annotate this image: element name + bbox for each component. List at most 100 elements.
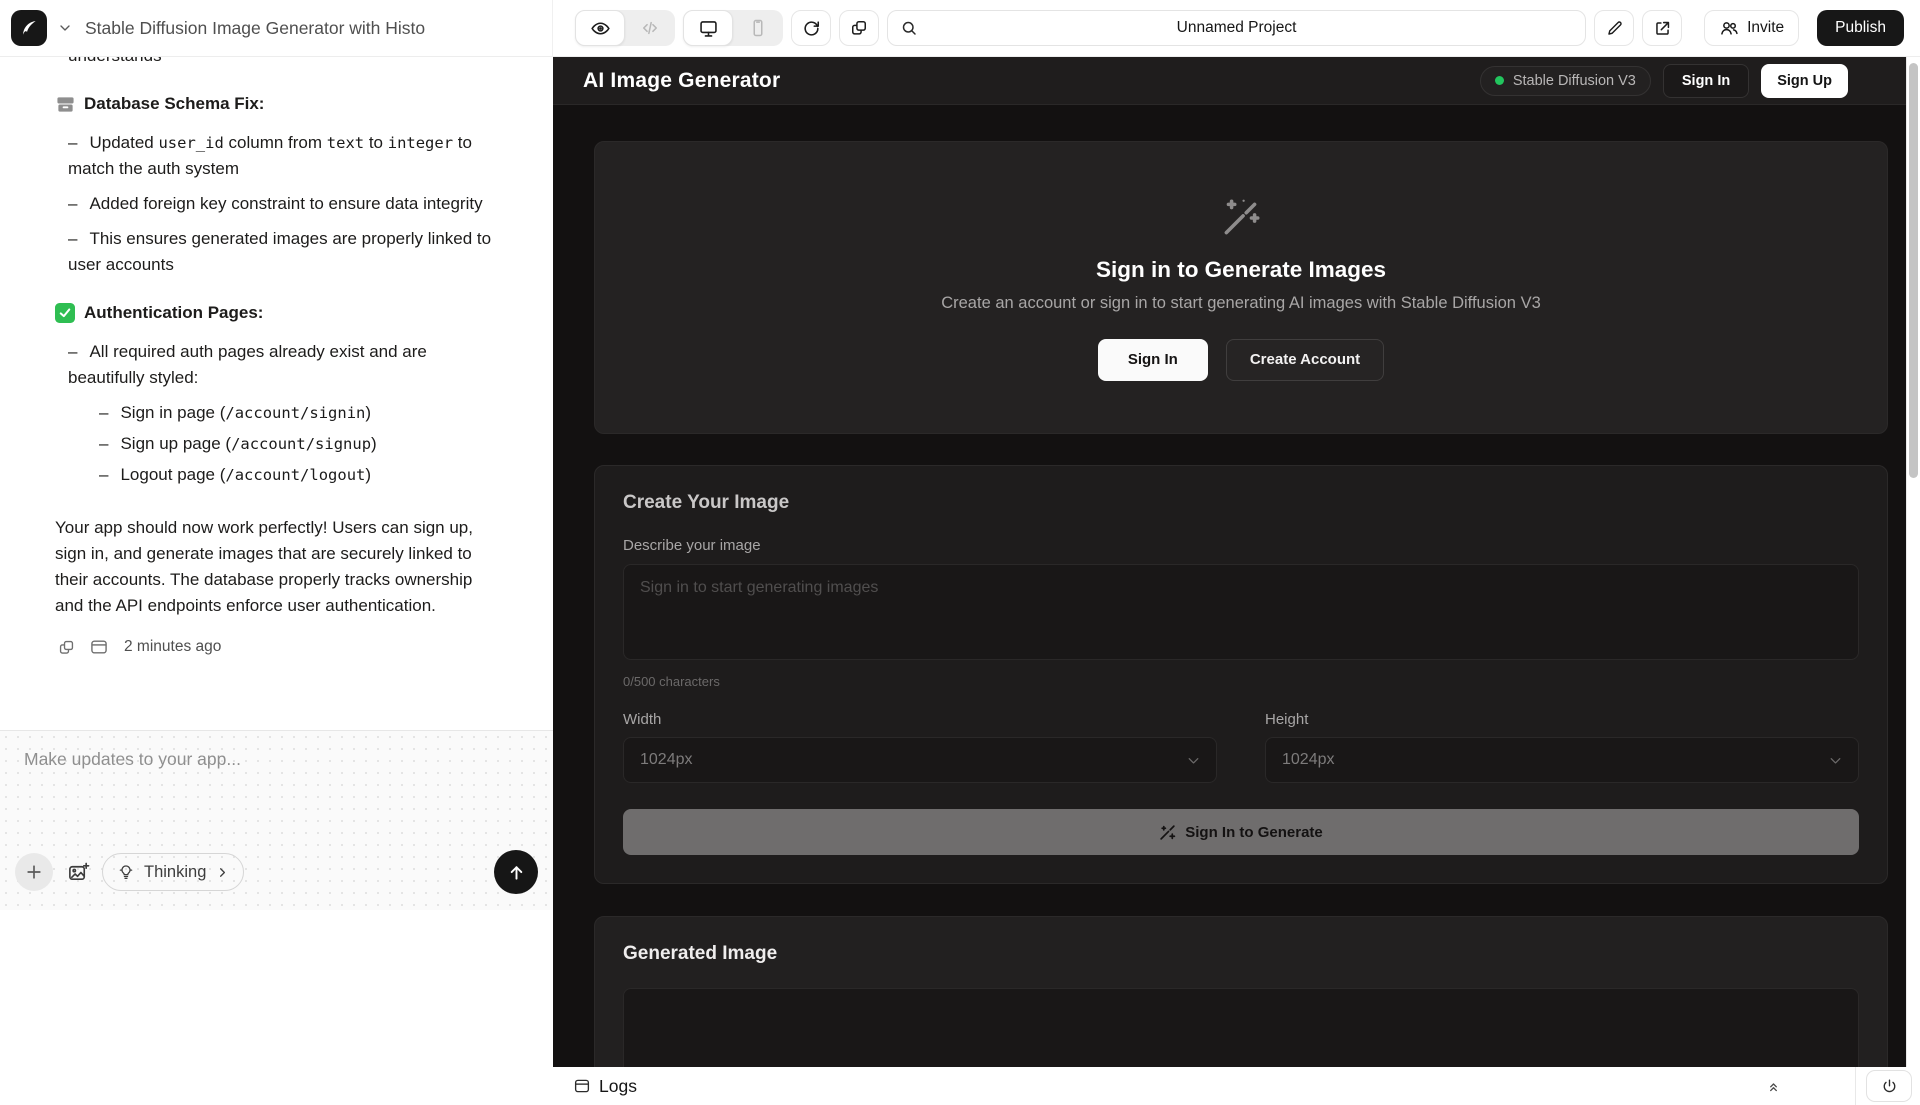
logs-actions <box>1756 1067 1912 1105</box>
project-name: Unnamed Project <box>888 19 1585 37</box>
hero-sign-in-button[interactable]: Sign In <box>1098 339 1208 381</box>
thinking-mode-selector[interactable]: Thinking <box>102 853 244 891</box>
generated-image-card: Generated Image <box>594 916 1888 1067</box>
sign-in-prompt-subtitle: Create an account or sign in to start ge… <box>941 294 1541 313</box>
text-fragment: Sign up page ( <box>120 434 231 453</box>
text-fragment: Sign in page ( <box>120 403 225 422</box>
list-subitem: –Sign up page (/account/signup) <box>55 431 493 457</box>
open-in-new-tab-button[interactable] <box>1642 10 1682 46</box>
code-mode-button[interactable] <box>625 10 675 46</box>
add-image-button[interactable] <box>67 861 90 884</box>
check-emoji-icon <box>55 303 75 323</box>
height-label: Height <box>1265 711 1859 728</box>
checkpoint-button[interactable] <box>89 637 109 657</box>
copy-icon <box>849 18 869 38</box>
bullet-dash: – <box>99 403 108 422</box>
text-fragment: Logout page ( <box>120 465 225 484</box>
bullet-dash: – <box>68 133 77 152</box>
lightbulb-icon <box>117 863 135 881</box>
text-fragment: ) <box>365 465 371 484</box>
logs-bar: Logs <box>553 1067 1920 1105</box>
list-item: –Updated user_id column from text to int… <box>55 130 493 182</box>
code-icon <box>640 18 660 38</box>
text-fragment: Added foreign key constraint to ensure d… <box>89 194 482 213</box>
publish-button[interactable]: Publish <box>1817 10 1904 46</box>
copy-icon <box>57 638 76 657</box>
add-attachment-button[interactable] <box>15 853 53 891</box>
list-subitem: –Sign in page (/account/signin) <box>55 400 493 426</box>
magic-wand-icon <box>1218 195 1264 241</box>
preview-mode-button[interactable] <box>575 10 625 46</box>
preview-scrollbar[interactable] <box>1906 57 1920 1067</box>
chevron-down-icon <box>1827 752 1844 769</box>
chevron-down-icon[interactable] <box>57 20 73 36</box>
create-image-heading: Create Your Image <box>623 492 1859 514</box>
heading-text: Authentication Pages: <box>84 300 263 326</box>
power-button[interactable] <box>1866 1070 1912 1102</box>
chat-transcript: understands Database Schema Fix: –Update… <box>0 57 553 730</box>
logs-icon <box>573 1077 591 1095</box>
monitor-icon <box>698 18 719 39</box>
chevron-down-icon <box>1185 752 1202 769</box>
message-timestamp: 2 minutes ago <box>124 634 221 660</box>
sign-in-prompt-title: Sign in to Generate Images <box>1096 257 1386 283</box>
desktop-view-button[interactable] <box>683 10 733 46</box>
magic-wand-icon <box>1159 824 1176 841</box>
preview-app-header: AI Image Generator Stable Diffusion V3 S… <box>553 57 1906 105</box>
header-sign-up-button[interactable]: Sign Up <box>1761 64 1848 98</box>
create-account-button[interactable]: Create Account <box>1226 339 1384 381</box>
duplicate-button[interactable] <box>839 10 879 46</box>
project-url-bar[interactable]: Unnamed Project <box>887 10 1586 46</box>
generate-button[interactable]: Sign In to Generate <box>623 809 1859 855</box>
width-field: Width 1024px <box>623 711 1217 783</box>
clipped-text-line: understands <box>55 57 493 69</box>
create-image-card: Create Your Image Describe your image 0/… <box>594 465 1888 884</box>
width-select[interactable]: 1024px <box>623 737 1217 783</box>
bullet-dash: – <box>68 342 77 361</box>
expand-logs-button[interactable] <box>1756 1073 1791 1100</box>
width-value: 1024px <box>640 751 693 769</box>
text-fragment: All required auth pages already exist an… <box>68 342 427 387</box>
status-dot <box>1495 76 1504 85</box>
chat-input[interactable] <box>24 749 529 813</box>
app-logo[interactable] <box>11 10 47 46</box>
list-item: –Added foreign key constraint to ensure … <box>55 191 493 217</box>
bullet-dash: – <box>68 229 77 248</box>
external-link-icon <box>1653 19 1672 38</box>
prompt-input[interactable] <box>623 564 1859 660</box>
refresh-icon <box>802 19 821 38</box>
invite-button[interactable]: Invite <box>1704 10 1799 46</box>
bullet-dash: – <box>99 434 108 453</box>
height-field: Height 1024px <box>1265 711 1859 783</box>
bullet-dash: – <box>99 465 108 484</box>
text-fragment: ) <box>371 434 377 453</box>
view-mode-switch <box>575 10 675 46</box>
refresh-button[interactable] <box>791 10 831 46</box>
code-fragment: /account/signup <box>231 435 371 453</box>
edit-button[interactable] <box>1594 10 1634 46</box>
people-icon <box>1719 18 1739 38</box>
chat-sidebar: understands Database Schema Fix: –Update… <box>0 57 553 1105</box>
composer: Thinking <box>0 730 553 910</box>
logs-label: Logs <box>599 1076 637 1097</box>
text-fragment: column from <box>224 133 327 152</box>
sign-in-prompt-actions: Sign In Create Account <box>1098 339 1384 381</box>
header-sign-in-button[interactable]: Sign In <box>1663 64 1749 98</box>
section-heading-database: Database Schema Fix: <box>55 91 493 117</box>
dimension-controls: Width 1024px Height 1024px <box>623 711 1859 783</box>
device-switch <box>683 10 783 46</box>
composer-controls: Thinking <box>15 850 538 894</box>
prompt-label: Describe your image <box>623 537 1859 554</box>
send-button[interactable] <box>494 850 538 894</box>
height-select[interactable]: 1024px <box>1265 737 1859 783</box>
phone-icon <box>748 18 768 38</box>
code-fragment: integer <box>388 134 453 152</box>
screen: Stable Diffusion Image Generator with Hi… <box>0 0 1920 1105</box>
scrollbar-thumb[interactable] <box>1909 63 1918 478</box>
text-fragment: ) <box>365 403 371 422</box>
model-badge-label: Stable Diffusion V3 <box>1513 73 1636 89</box>
window-header: Stable Diffusion Image Generator with Hi… <box>0 0 553 56</box>
copy-message-button[interactable] <box>57 638 76 657</box>
sign-in-prompt-card: Sign in to Generate Images Create an acc… <box>594 141 1888 434</box>
mobile-view-button[interactable] <box>733 10 783 46</box>
